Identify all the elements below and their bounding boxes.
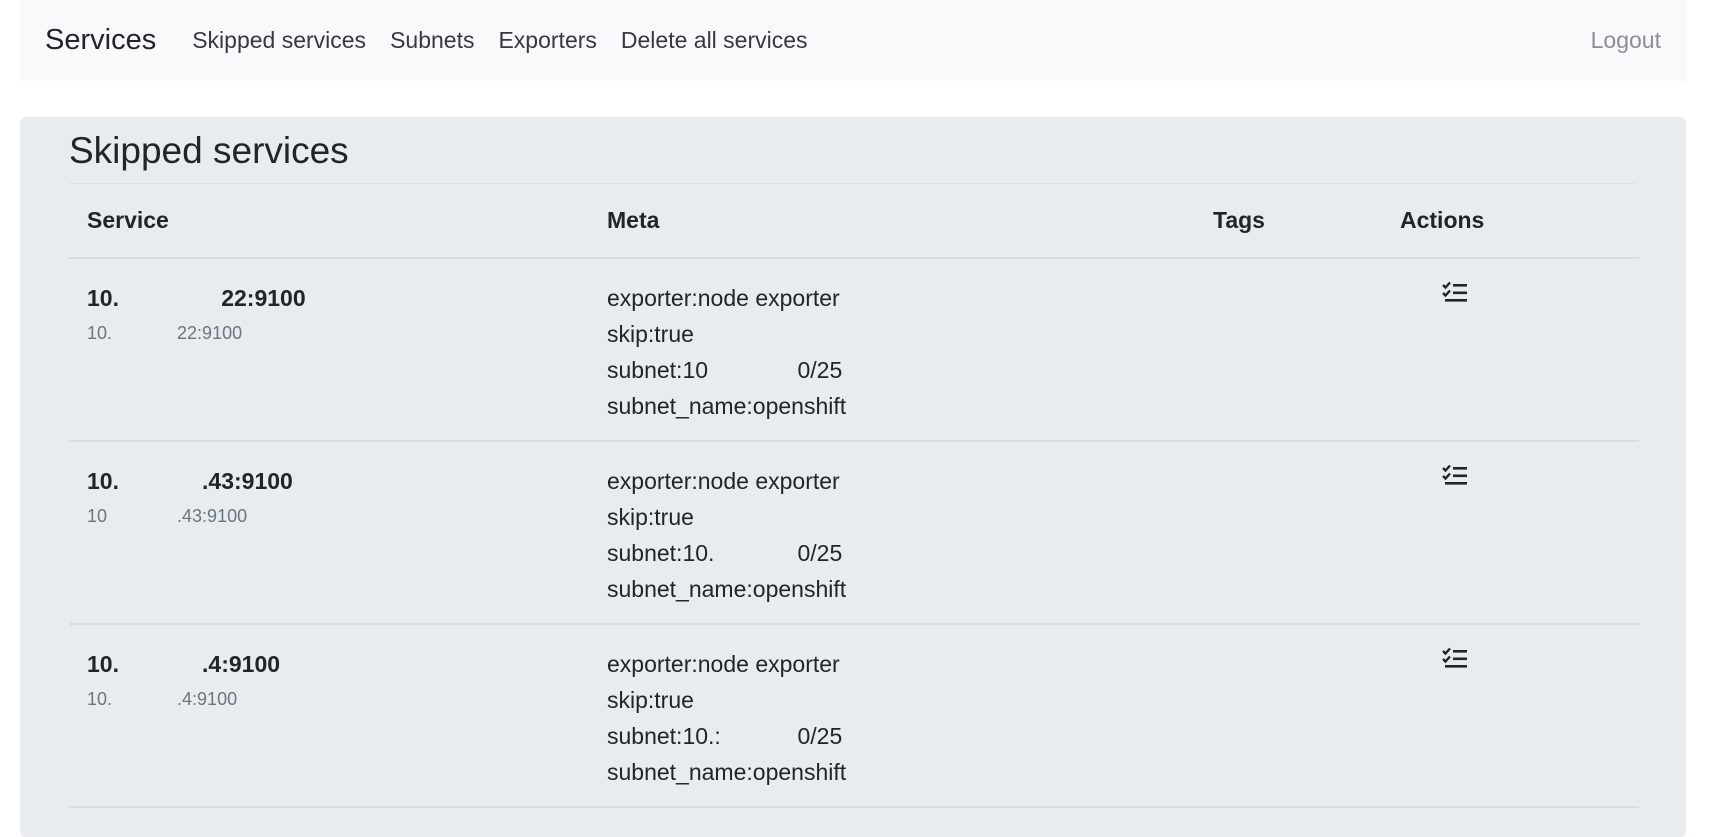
services-table: Service Meta Tags Actions 10. 22:9100 10… (69, 184, 1639, 808)
service-address: 10. 22:9100 (87, 285, 306, 311)
service-id: 10. 22:9100 (87, 323, 243, 343)
meta-subnet: subnet:10 0/25 (607, 357, 843, 383)
list-check-icon[interactable] (1442, 281, 1468, 308)
table-row: 10. 22:9100 10. 22:9100 exporter:node ex… (69, 258, 1639, 442)
meta-subnet-name: subnet_name:openshift (607, 576, 847, 602)
meta-subnet: subnet:10. 0/25 (607, 540, 843, 566)
logout-link[interactable]: Logout (1591, 27, 1661, 54)
nav-links: Skipped services Subnets Exporters Delet… (192, 27, 807, 54)
meta-subnet-name: subnet_name:openshift (607, 393, 847, 419)
column-header-tags: Tags (1195, 184, 1382, 259)
tags-cell (1195, 258, 1382, 442)
meta-exporter: exporter:node exporter (607, 651, 840, 677)
top-navbar: Services Skipped services Subnets Export… (20, 0, 1686, 81)
tags-cell (1195, 624, 1382, 808)
service-id: 10. .4:9100 (87, 689, 238, 709)
actions-cell (1382, 441, 1639, 625)
meta-subnet: subnet:10.: 0/25 (607, 723, 843, 749)
table-row: 10. .4:9100 10. .4:9100 exporter:node ex… (69, 624, 1639, 808)
column-header-meta: Meta (589, 184, 1195, 259)
service-address: 10. .43:9100 (87, 468, 293, 494)
table-row: 10. .43:9100 10 .43:9100 exporter:node e… (69, 441, 1639, 625)
skipped-services-panel: Skipped services Service Meta Tags Actio… (20, 117, 1686, 837)
meta-skip: skip:true (607, 321, 694, 347)
meta-cell: exporter:node exporter skip:true subnet:… (589, 258, 1195, 442)
service-cell: 10. .4:9100 10. .4:9100 (69, 624, 589, 808)
list-check-icon[interactable] (1442, 464, 1468, 491)
navbar-brand[interactable]: Services (45, 24, 156, 57)
nav-link-subnets[interactable]: Subnets (390, 27, 474, 54)
service-cell: 10. .43:9100 10 .43:9100 (69, 441, 589, 625)
nav-link-delete-all-services[interactable]: Delete all services (621, 27, 808, 54)
list-check-icon[interactable] (1442, 647, 1468, 674)
tags-cell (1195, 441, 1382, 625)
column-header-service: Service (69, 184, 589, 259)
service-cell: 10. 22:9100 10. 22:9100 (69, 258, 589, 442)
meta-exporter: exporter:node exporter (607, 468, 840, 494)
meta-subnet-name: subnet_name:openshift (607, 759, 847, 785)
page-title: Skipped services (69, 130, 349, 171)
meta-skip: skip:true (607, 504, 694, 530)
service-address: 10. .4:9100 (87, 651, 281, 677)
column-header-actions: Actions (1382, 184, 1639, 259)
nav-link-skipped-services[interactable]: Skipped services (192, 27, 366, 54)
meta-cell: exporter:node exporter skip:true subnet:… (589, 624, 1195, 808)
meta-exporter: exporter:node exporter (607, 285, 840, 311)
actions-cell (1382, 624, 1639, 808)
service-id: 10 .43:9100 (87, 506, 248, 526)
meta-cell: exporter:node exporter skip:true subnet:… (589, 441, 1195, 625)
table-header-row: Service Meta Tags Actions (69, 184, 1639, 259)
meta-skip: skip:true (607, 687, 694, 713)
nav-link-exporters[interactable]: Exporters (498, 27, 596, 54)
actions-cell (1382, 258, 1639, 442)
